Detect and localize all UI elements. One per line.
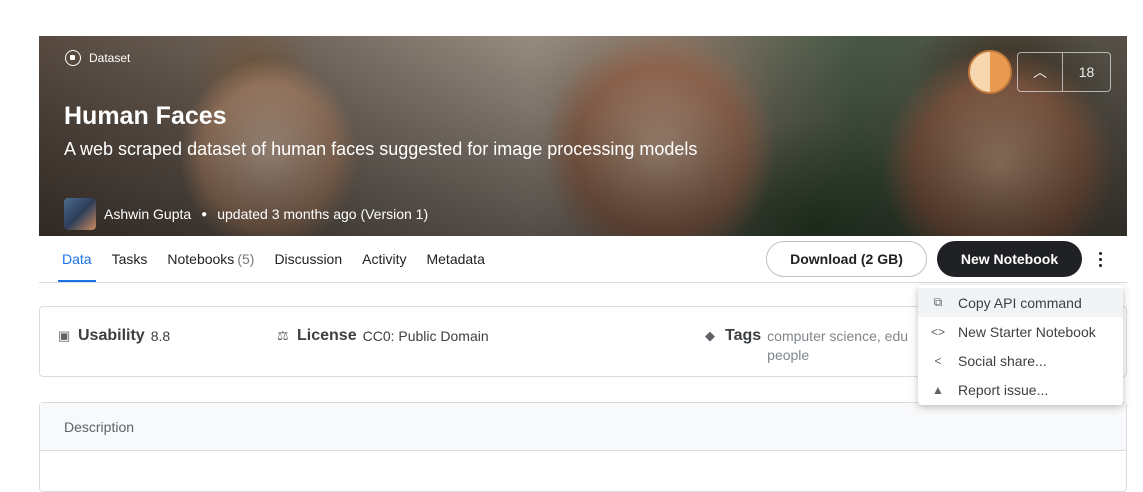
new-notebook-button[interactable]: New Notebook: [937, 241, 1082, 277]
tab-activity[interactable]: Activity: [362, 236, 406, 282]
updated-text: updated 3 months ago (Version 1): [217, 206, 429, 222]
menu-item-social-share[interactable]: < Social share...: [918, 346, 1123, 375]
license-label: License: [297, 327, 357, 344]
menu-item-label: New Starter Notebook: [958, 323, 1096, 340]
tab-tasks[interactable]: Tasks: [112, 236, 148, 282]
tags-value[interactable]: computer science, edu people: [767, 327, 917, 365]
separator-dot: ●: [201, 208, 208, 220]
menu-item-label: Report issue...: [958, 381, 1049, 398]
page-subtitle: A web scraped dataset of human faces sug…: [64, 139, 698, 159]
upvote-button[interactable]: ︿: [1018, 53, 1063, 91]
tab-notebooks[interactable]: Notebooks (5): [167, 236, 254, 282]
code-icon: <>: [930, 324, 945, 339]
menu-item-report-issue[interactable]: ▲ Report issue...: [918, 375, 1123, 404]
description-header: Description: [40, 403, 1126, 451]
download-button[interactable]: Download (2 GB): [766, 241, 927, 277]
tab-data[interactable]: Data: [58, 236, 96, 282]
user-avatar[interactable]: [968, 50, 1012, 94]
tab-discussion[interactable]: Discussion: [274, 236, 342, 282]
menu-item-label: Copy API command: [958, 294, 1082, 311]
menu-item-copy-api[interactable]: ⧉ Copy API command: [918, 288, 1123, 317]
share-icon: <: [934, 353, 942, 368]
page-title: Human Faces: [64, 102, 227, 130]
tags-label: Tags: [725, 327, 762, 344]
tab-bar: Data Tasks Notebooks (5) Discussion Activ…: [39, 236, 1127, 283]
tab-label: Notebooks: [167, 251, 235, 267]
more-options-menu: ⧉ Copy API command <> New Starter Notebo…: [918, 285, 1123, 405]
dataset-type-label: Dataset: [89, 51, 131, 65]
more-options-icon[interactable]: [1091, 246, 1109, 272]
dataset-icon: [65, 50, 81, 66]
dataset-banner: Dataset Human Faces A web scraped datase…: [39, 36, 1127, 236]
menu-item-label: Social share...: [958, 352, 1047, 369]
usability-label: Usability: [78, 327, 145, 344]
tag-icon: ◆: [705, 328, 715, 343]
tab-label: Discussion: [274, 251, 343, 267]
warning-icon: ▲: [932, 382, 944, 397]
tab-label: Metadata: [426, 251, 485, 267]
vote-count: 18: [1078, 64, 1095, 80]
usability-value: 8.8: [150, 328, 171, 344]
tab-label: Tasks: [111, 251, 148, 267]
license-value[interactable]: CC0: Public Domain: [363, 328, 489, 344]
tags: ◆ Tags computer science, edu people: [705, 327, 917, 365]
tab-metadata[interactable]: Metadata: [426, 236, 484, 282]
author-avatar[interactable]: [64, 198, 96, 230]
author-name[interactable]: Ashwin Gupta: [104, 206, 191, 222]
tab-label: Activity: [362, 251, 407, 267]
menu-item-new-starter-notebook[interactable]: <> New Starter Notebook: [918, 317, 1123, 346]
vote-widget: ︿ 18: [1017, 52, 1111, 92]
chevron-up-icon: ︿: [1033, 64, 1047, 80]
tab-count: (5): [237, 251, 255, 267]
dataset-type: Dataset: [65, 50, 130, 66]
author-row: Ashwin Gupta ● updated 3 months ago (Ver…: [64, 198, 428, 230]
tab-label: Data: [62, 251, 92, 267]
description-card: Description: [39, 402, 1127, 492]
usability-icon: ▣: [58, 328, 71, 343]
copy-icon: ⧉: [933, 295, 943, 309]
scale-icon: ⚖: [277, 328, 289, 343]
license: ⚖ License CC0: Public Domain: [277, 327, 489, 345]
usability: ▣ Usability 8.8: [58, 327, 170, 345]
tabs: Data Tasks Notebooks (5) Discussion Activ…: [58, 236, 505, 282]
